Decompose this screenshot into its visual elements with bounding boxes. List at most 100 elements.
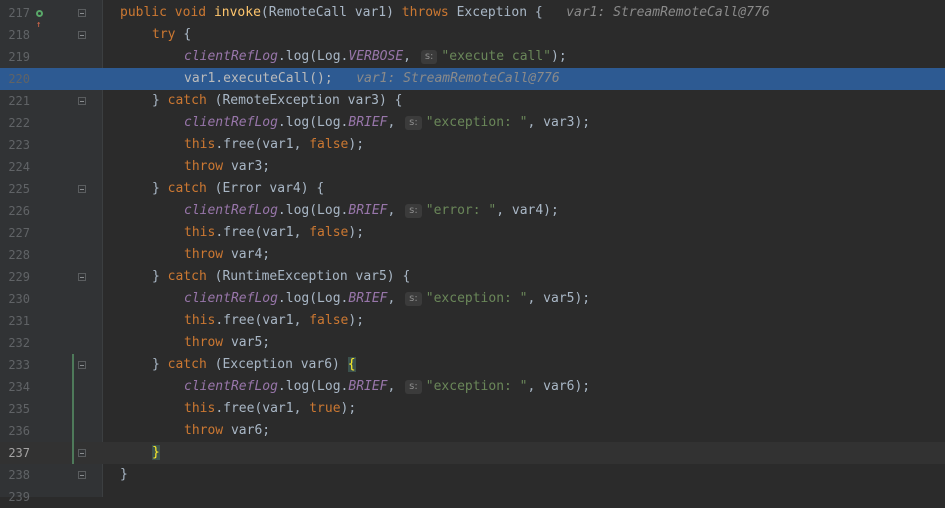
line-number[interactable]: 227 <box>0 222 30 244</box>
parameter-hint: s: <box>405 292 422 306</box>
code-token: clientRefLog <box>184 203 278 218</box>
code-token: .free(var1, <box>215 225 310 240</box>
code-token: try <box>152 27 184 42</box>
code-line[interactable]: 229} catch (RuntimeException var5) { <box>0 266 945 288</box>
code-token: ); <box>348 313 365 328</box>
line-number[interactable]: 237 <box>0 442 30 464</box>
code-token: this <box>184 401 216 416</box>
line-number[interactable]: 218 <box>0 24 30 46</box>
code-line[interactable]: 232 throw var5; <box>0 332 945 354</box>
parameter-hint: s: <box>420 50 438 64</box>
fold-marker-icon[interactable] <box>78 471 86 479</box>
code-line[interactable]: 226 clientRefLog.log(Log.BRIEF, s: "error:… <box>0 200 945 222</box>
code-text: this.free(var1, true); <box>184 398 356 420</box>
code-token: var1.executeCall(); <box>184 71 333 86</box>
fold-marker-icon[interactable] <box>78 273 86 281</box>
line-number[interactable]: 224 <box>0 156 30 178</box>
line-number[interactable]: 236 <box>0 420 30 442</box>
code-token: (Exception var6) <box>214 357 348 372</box>
code-line[interactable]: 230 clientRefLog.log(Log.BRIEF, s: "except… <box>0 288 945 310</box>
code-token: Exception { <box>456 5 543 20</box>
matched-brace: } <box>152 445 160 460</box>
code-line[interactable]: 223 this.free(var1, false); <box>0 134 945 156</box>
code-token: clientRefLog <box>184 291 278 306</box>
fold-marker-icon[interactable] <box>78 449 86 457</box>
code-token: var4; <box>230 247 271 262</box>
code-token: false <box>309 225 349 240</box>
line-number[interactable]: 221 <box>0 90 30 112</box>
code-text: clientRefLog.log(Log.VERBOSE, s: "execute… <box>184 46 567 68</box>
code-line[interactable]: 225} catch (Error var4) { <box>0 178 945 200</box>
code-token: "exception: " <box>425 291 528 306</box>
fold-marker-icon[interactable] <box>78 9 86 17</box>
matched-brace: { <box>347 357 356 372</box>
code-text: } catch (Exception var6) { <box>152 354 356 376</box>
fold-marker-icon[interactable] <box>78 97 86 105</box>
code-token: clientRefLog <box>184 49 278 64</box>
line-number[interactable]: 239 <box>0 486 30 508</box>
code-token: ); <box>348 137 365 152</box>
line-number[interactable]: 230 <box>0 288 30 310</box>
code-token: .log(Log. <box>277 115 349 130</box>
fold-marker-icon[interactable] <box>78 185 86 193</box>
line-number[interactable]: 233 <box>0 354 30 376</box>
line-number[interactable]: 220 <box>0 68 30 90</box>
code-line[interactable]: 238} <box>0 464 945 486</box>
line-number[interactable]: 225 <box>0 178 30 200</box>
line-number[interactable]: 231 <box>0 310 30 332</box>
code-line[interactable]: 228 throw var4; <box>0 244 945 266</box>
line-number[interactable]: 229 <box>0 266 30 288</box>
code-token: , var5); <box>527 291 591 306</box>
code-token: void <box>174 5 214 20</box>
code-token: clientRefLog <box>184 115 278 130</box>
parameter-hint: s: <box>405 204 422 218</box>
line-number[interactable]: 228 <box>0 244 30 266</box>
code-line[interactable]: 236 throw var6; <box>0 420 945 442</box>
code-line[interactable]: 239 <box>0 486 945 508</box>
code-token: var3; <box>230 159 271 174</box>
code-text: clientRefLog.log(Log.BRIEF, s: "exception… <box>184 112 590 134</box>
code-token: , var4); <box>496 203 559 218</box>
code-token: "error: " <box>425 203 497 218</box>
code-token: var5; <box>230 335 271 350</box>
code-line[interactable]: 237} <box>0 442 945 464</box>
code-token: throw <box>184 159 231 174</box>
line-number[interactable]: 226 <box>0 200 30 222</box>
line-number[interactable]: 222 <box>0 112 30 134</box>
implements-method-icon[interactable]: ↑ <box>36 7 48 30</box>
line-number[interactable]: 223 <box>0 134 30 156</box>
vcs-change-marker[interactable] <box>72 354 74 464</box>
code-token: catch <box>167 181 215 196</box>
code-token: BRIEF <box>348 291 388 306</box>
code-token: this <box>184 225 216 240</box>
code-text: this.free(var1, false); <box>184 222 364 244</box>
code-line[interactable]: 222 clientRefLog.log(Log.BRIEF, s: "except… <box>0 112 945 134</box>
code-line[interactable]: 235 this.free(var1, true); <box>0 398 945 420</box>
code-text: this.free(var1, false); <box>184 310 364 332</box>
code-editor[interactable]: 217 ↑ public void invoke(RemoteCall var1) … <box>0 0 945 504</box>
code-line[interactable]: 227 this.free(var1, false); <box>0 222 945 244</box>
fold-marker-icon[interactable] <box>78 361 86 369</box>
line-number[interactable]: 219 <box>0 46 30 68</box>
code-token: (RemoteCall var1) <box>260 5 402 20</box>
code-line[interactable]: 224 throw var3; <box>0 156 945 178</box>
fold-marker-icon[interactable] <box>78 31 86 39</box>
code-line[interactable]: 220 var1.executeCall(); var1: StreamRemot… <box>0 68 945 90</box>
code-token: ); <box>348 225 365 240</box>
code-line[interactable]: 233 } catch (Exception var6) { <box>0 354 945 376</box>
code-text: throw var4; <box>184 244 270 266</box>
line-number[interactable]: 235 <box>0 398 30 420</box>
line-number[interactable]: 217 <box>0 2 30 24</box>
code-line[interactable]: 231 this.free(var1, false); <box>0 310 945 332</box>
code-text: } <box>152 442 160 464</box>
code-line[interactable]: 234 clientRefLog.log(Log.BRIEF, s: "except… <box>0 376 945 398</box>
code-text: clientRefLog.log(Log.BRIEF, s: "exception… <box>184 376 590 398</box>
line-number[interactable]: 232 <box>0 332 30 354</box>
line-number[interactable]: 234 <box>0 376 30 398</box>
code-line[interactable]: 217 ↑ public void invoke(RemoteCall var1) … <box>0 2 945 30</box>
code-line[interactable]: 221} catch (RemoteException var3) { <box>0 90 945 112</box>
code-line[interactable]: 218 try { <box>0 24 945 46</box>
code-line[interactable]: 219 clientRefLog.log(Log.VERBOSE, s: "exec… <box>0 46 945 68</box>
code-token: , <box>387 291 404 306</box>
line-number[interactable]: 238 <box>0 464 30 486</box>
